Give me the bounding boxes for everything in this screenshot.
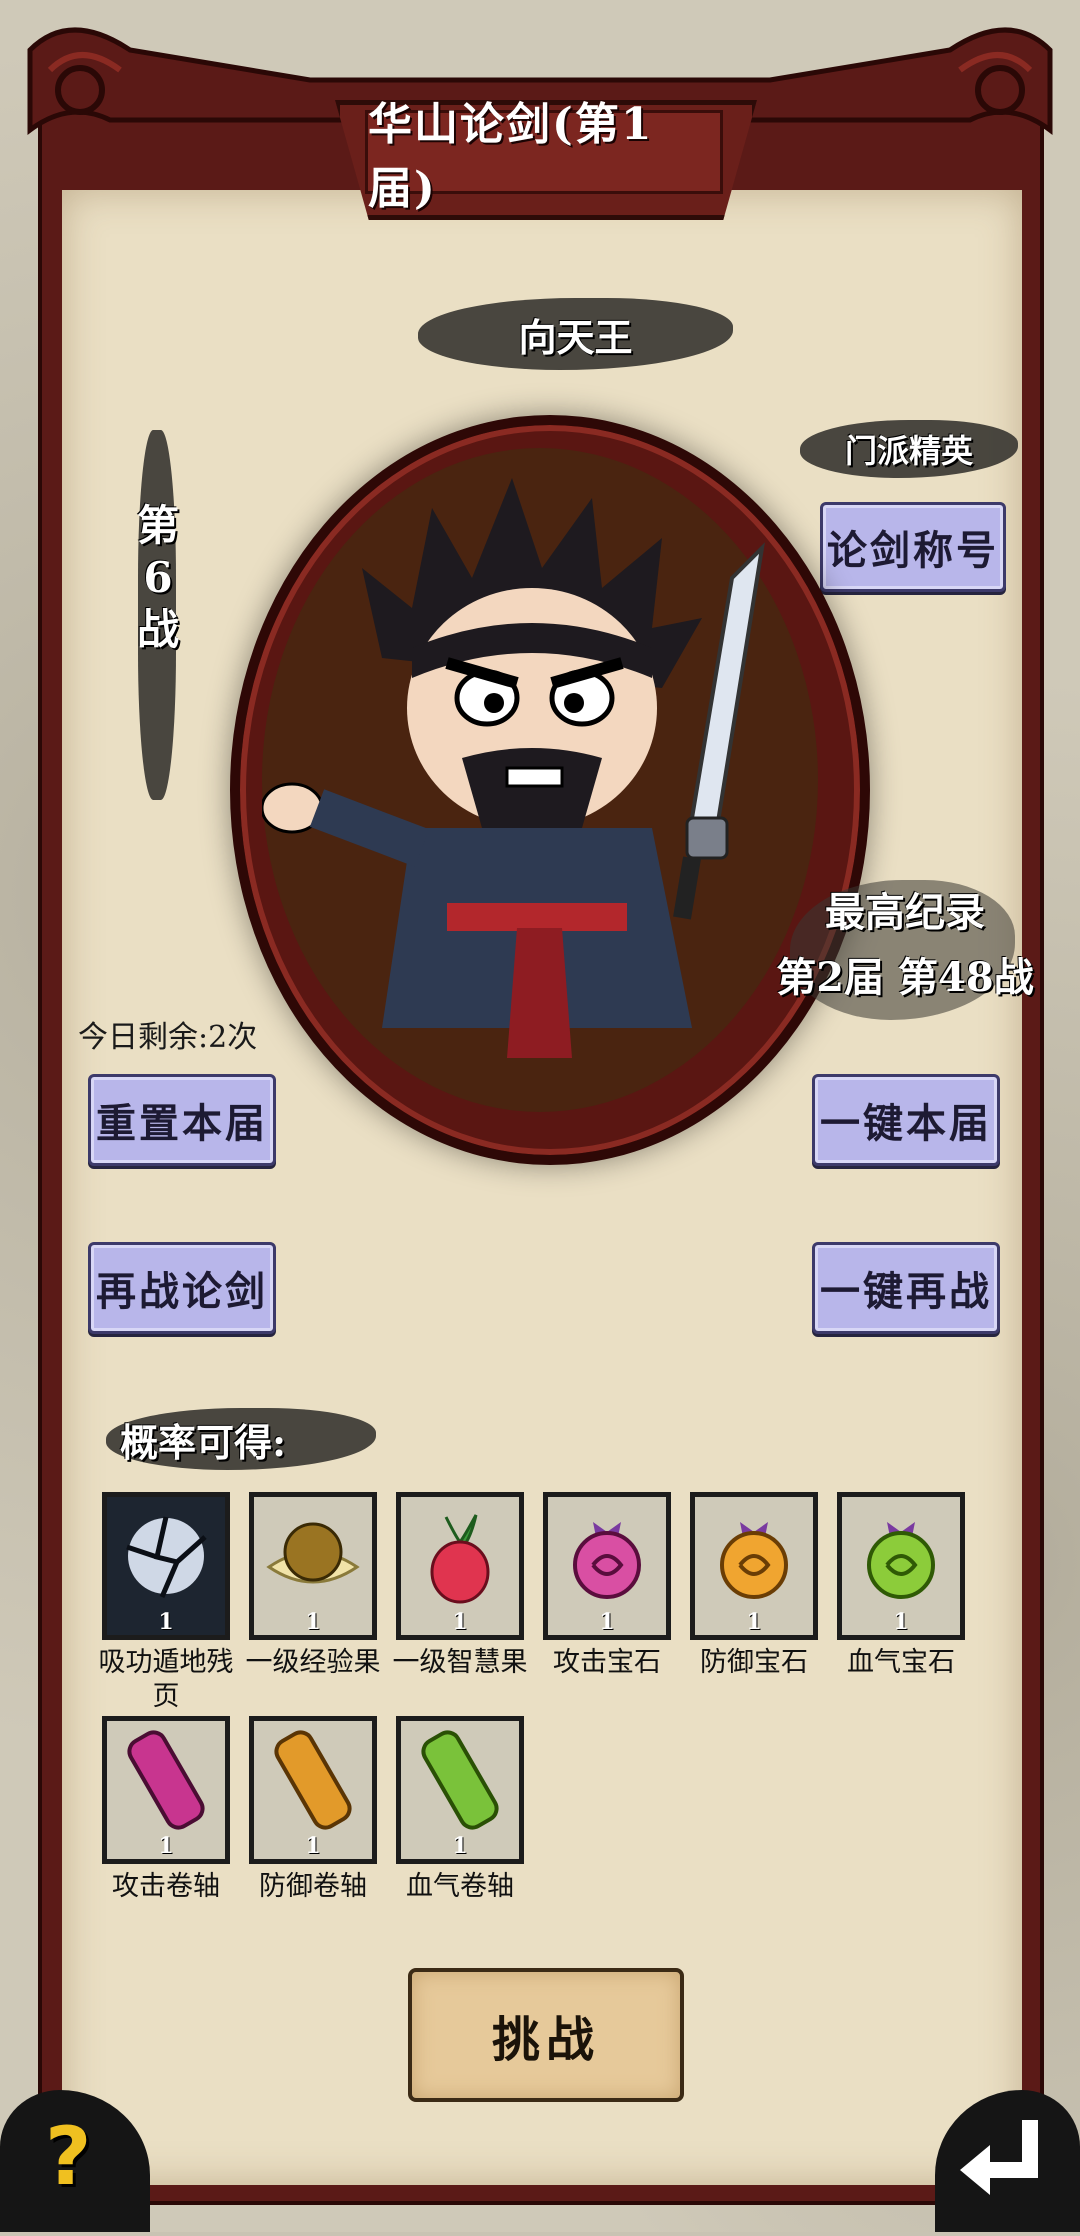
item-count: 1	[452, 1833, 468, 1859]
item-name: 攻击宝石	[553, 1647, 661, 1678]
item-count: 1	[305, 1609, 321, 1635]
item-slot[interactable]: 1	[396, 1716, 524, 1864]
drops-heading: 概率可得:	[120, 1419, 287, 1465]
green-gem-icon	[867, 1522, 935, 1599]
title-button[interactable]: 论剑称号	[820, 502, 1006, 592]
cracked-fist-icon	[126, 1516, 207, 1598]
item-name: 吸功遁地残页	[98, 1647, 234, 1712]
orange-scroll-icon	[274, 1730, 352, 1830]
back-corner[interactable]	[935, 2090, 1080, 2232]
item-count: 1	[452, 1609, 468, 1635]
orange-gem-icon	[720, 1522, 788, 1599]
item-slot[interactable]: 1	[543, 1492, 671, 1640]
item-name: 攻击卷轴	[112, 1871, 220, 1902]
rank-badge: 门派精英	[844, 432, 973, 470]
one-key-current-button[interactable]: 一键本届	[812, 1074, 1000, 1166]
item-slot[interactable]: 1	[249, 1716, 377, 1864]
item-name: 防御卷轴	[259, 1871, 367, 1902]
item-slot[interactable]: 1	[102, 1492, 230, 1640]
gold-fruit-icon	[266, 1522, 360, 1584]
item-slot[interactable]: 1	[690, 1492, 818, 1640]
swordsman-icon	[262, 478, 765, 1058]
pink-gem-icon	[573, 1522, 641, 1599]
item-count: 1	[746, 1609, 762, 1635]
record-value: 第2届 第48战	[776, 954, 1034, 1001]
remaining-count: 今日剩余:2次	[78, 1020, 258, 1055]
item-count: 1	[158, 1833, 174, 1859]
item-count: 1	[893, 1609, 909, 1635]
battle-index-char: 战	[136, 605, 179, 654]
item-count: 1	[158, 1609, 174, 1635]
challenge-button[interactable]: 挑战	[408, 1968, 684, 2102]
battle-index-number: 6	[143, 553, 173, 602]
opponent-name: 向天王	[518, 314, 633, 360]
help-icon[interactable]: ?	[45, 2110, 91, 2203]
rechallenge-button[interactable]: 再战论剑	[88, 1242, 276, 1334]
item-slot[interactable]: 1	[249, 1492, 377, 1640]
return-arrow-icon[interactable]	[935, 2090, 1080, 2232]
item-slot[interactable]: 1	[102, 1716, 230, 1864]
item-name: 一级智慧果	[392, 1647, 528, 1678]
battle-index: 第 6 战	[128, 500, 188, 656]
item-name: 血气宝石	[847, 1647, 955, 1678]
item-name: 血气卷轴	[406, 1871, 514, 1902]
item-slot[interactable]: 1	[837, 1492, 965, 1640]
item-name: 一级经验果	[245, 1647, 381, 1678]
pink-scroll-icon	[127, 1730, 205, 1830]
item-name: 防御宝石	[700, 1647, 808, 1678]
item-count: 1	[599, 1609, 615, 1635]
one-key-again-button[interactable]: 一键再战	[812, 1242, 1000, 1334]
record-label: 最高纪录	[825, 889, 985, 936]
page-title: 华山论剑(第1届)	[365, 99, 723, 214]
item-slot[interactable]: 1	[396, 1492, 524, 1640]
battle-index-char: 第	[136, 501, 179, 550]
radish-icon	[430, 1514, 490, 1604]
reset-button[interactable]: 重置本届	[88, 1074, 276, 1166]
green-scroll-icon	[421, 1730, 499, 1830]
item-count: 1	[305, 1833, 321, 1859]
